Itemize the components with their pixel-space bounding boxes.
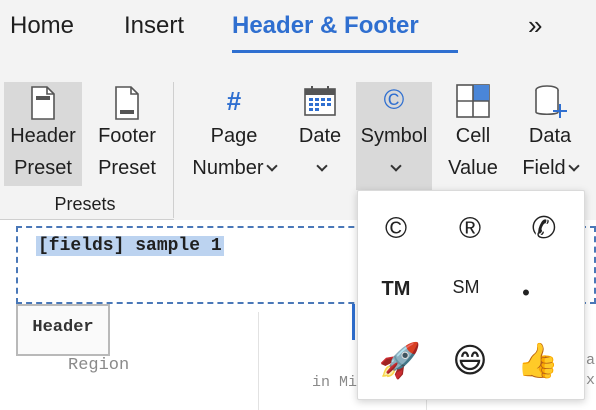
- date-dropdown-caret: [290, 152, 350, 184]
- header-preset-button[interactable]: Header Preset: [4, 82, 82, 186]
- tab-header-footer[interactable]: Header & Footer: [232, 12, 419, 40]
- chevron-down-icon: [316, 160, 328, 172]
- partial-text: x: [586, 372, 596, 389]
- cell-value-label-line2: Value: [448, 157, 498, 179]
- page-number-label-text: Number: [192, 157, 264, 179]
- region-label: Region: [68, 356, 130, 375]
- page-number-label-line1: Page: [210, 125, 258, 147]
- page-number-button[interactable]: # Page Number: [184, 82, 284, 186]
- footer-preset-label-line2: Preset: [98, 157, 156, 179]
- presets-group-label: Presets: [54, 194, 116, 214]
- copyright-symbol-option[interactable]: ©: [366, 203, 426, 255]
- column-divider: [258, 312, 259, 410]
- chevron-down-icon: [390, 160, 402, 172]
- grinning-emoji-option[interactable]: 😄: [440, 335, 500, 387]
- text-cursor-bar: [352, 304, 355, 340]
- header-preset-label-line2: Preset: [14, 157, 72, 179]
- bullet-symbol-option[interactable]: •: [496, 267, 556, 319]
- data-field-button[interactable]: Data Field: [512, 82, 588, 186]
- footer-preset-icon: [112, 86, 142, 126]
- cell-value-button[interactable]: Cell Value: [440, 82, 506, 186]
- page-number-label-line2: Number: [184, 152, 284, 184]
- data-field-label-line2: Field: [512, 152, 588, 184]
- partial-text: in Mi: [312, 374, 358, 391]
- header-preset-icon: [28, 86, 58, 126]
- rocket-emoji-option[interactable]: 🚀: [370, 335, 430, 387]
- data-field-label-text: Field: [522, 157, 566, 179]
- registered-symbol-option[interactable]: ®: [440, 203, 500, 255]
- symbol-label: Symbol: [360, 125, 428, 147]
- symbol-button[interactable]: © Symbol: [356, 82, 432, 190]
- hash-icon: #: [226, 86, 242, 116]
- calendar-icon: [304, 86, 336, 122]
- date-button[interactable]: Date: [290, 82, 350, 186]
- cell-grid-icon: [456, 84, 490, 124]
- more-tabs-chevron-icon[interactable]: »: [528, 10, 542, 41]
- service-mark-symbol-option[interactable]: SM: [436, 261, 496, 313]
- partial-text: al: [586, 352, 596, 369]
- cell-value-label-line1: Cell: [455, 125, 491, 147]
- date-label: Date: [298, 125, 342, 147]
- footer-preset-button[interactable]: Footer Preset: [88, 82, 166, 186]
- chevron-down-icon: [568, 160, 580, 172]
- header-tag: Header: [16, 304, 110, 356]
- copyright-icon: ©: [383, 84, 405, 115]
- tab-bar: Home Insert Header & Footer »: [0, 0, 596, 68]
- header-field-text[interactable]: [fields] sample 1: [36, 236, 224, 256]
- tab-home[interactable]: Home: [10, 12, 74, 40]
- trademark-symbol-option[interactable]: TM: [366, 263, 426, 315]
- tab-insert[interactable]: Insert: [124, 12, 184, 40]
- chevron-down-icon: [265, 160, 278, 172]
- symbol-dropdown-menu: © ® ✆ TM SM • 🚀 😄 👍: [357, 190, 585, 400]
- group-divider: [173, 82, 174, 218]
- sound-recording-symbol-option[interactable]: ✆: [514, 203, 574, 255]
- thumbs-up-emoji-option[interactable]: 👍: [508, 335, 568, 387]
- symbol-dropdown-caret: [356, 152, 432, 184]
- active-tab-indicator: [232, 50, 458, 53]
- database-add-icon: [533, 84, 567, 126]
